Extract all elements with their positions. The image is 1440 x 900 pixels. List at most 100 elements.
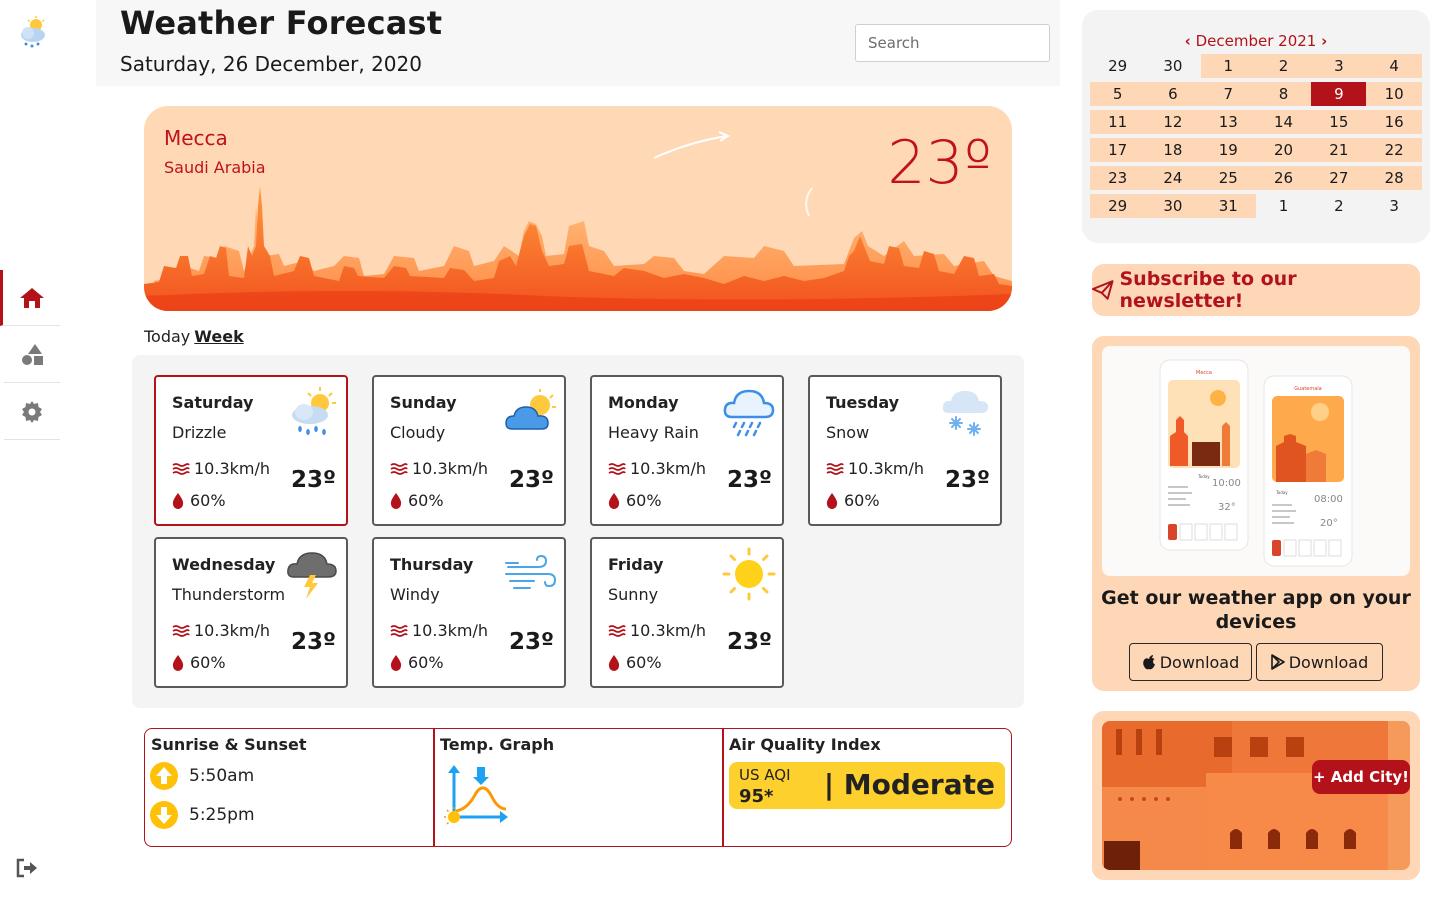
calendar-day[interactable]: 3 [1311, 54, 1367, 78]
calendar-day[interactable]: 1 [1200, 54, 1256, 78]
calendar-grid: 29 30 1 2 3 4 5 6 7 8 9 10 11 12 13 14 15 16 17 18 19 20 21 22 2… [1090, 54, 1422, 222]
wind-icon [608, 624, 626, 637]
add-city-button[interactable]: + Add City! [1312, 760, 1410, 794]
calendar-day[interactable]: 1 [1256, 194, 1311, 218]
day-name: Tuesday [826, 393, 900, 412]
wind-icon [390, 624, 408, 637]
air-quality-panel: Air Quality Index US AQI 95* | Moderate [723, 729, 1011, 846]
svg-text:32°: 32° [1218, 502, 1236, 513]
calendar-day[interactable]: 15 [1311, 110, 1367, 134]
sidebar-item-settings[interactable] [4, 384, 60, 440]
newsletter-label: Subscribe to our newsletter! [1119, 268, 1297, 312]
calendar-day[interactable]: 29 [1090, 194, 1146, 218]
calendar-day[interactable]: 26 [1255, 166, 1312, 190]
calendar-day[interactable]: 31 [1200, 194, 1256, 218]
day-condition: Sunny [608, 585, 659, 604]
calendar-day[interactable]: 24 [1145, 166, 1201, 190]
day-name: Sunday [390, 393, 457, 412]
calendar-day[interactable]: 22 [1366, 138, 1422, 162]
air-quality-title: Air Quality Index [729, 735, 881, 754]
calendar-day[interactable]: 3 [1366, 194, 1421, 218]
day-temperature: 23º [509, 467, 554, 493]
hero-city-name: Mecca [164, 126, 228, 150]
ios-download-button[interactable]: Download [1129, 643, 1252, 681]
calendar-day[interactable]: 2 [1311, 194, 1366, 218]
week-forecast-panel: Saturday Drizzle 10.3km/h 60% 23º Sunday… [132, 355, 1024, 708]
calendar-day[interactable]: 27 [1311, 166, 1367, 190]
day-card-monday[interactable]: Monday Heavy Rain 10.3km/h 60% 23º [590, 375, 784, 526]
app-mockup-image: Mecca Today 10:00 32° Guatemala Today 08… [1102, 346, 1410, 576]
calendar-day[interactable]: 6 [1145, 82, 1201, 106]
tab-today[interactable]: Today [144, 327, 190, 346]
svg-text:08:00: 08:00 [1314, 494, 1343, 505]
day-humidity: 60% [172, 653, 226, 672]
calendar-prev-icon[interactable]: ‹ [1185, 32, 1191, 50]
hero-temperature: 23º [887, 128, 992, 198]
day-card-sunday[interactable]: Sunday Cloudy 10.3km/h 60% 23º [372, 375, 566, 526]
sidebar [0, 0, 64, 900]
logout-icon[interactable] [16, 858, 40, 882]
day-card-wednesday[interactable]: Wednesday Thunderstorm 10.3km/h 60% 23º [154, 537, 348, 688]
aqi-value: 95* [739, 786, 774, 807]
calendar-day[interactable]: 29 [1090, 54, 1145, 78]
calendar-day[interactable]: 19 [1200, 138, 1256, 162]
day-card-tuesday[interactable]: Tuesday Snow 10.3km/h 60% 23º [808, 375, 1002, 526]
calendar-day-today[interactable]: 9 [1311, 82, 1367, 106]
day-card-friday[interactable]: Friday Sunny 10.3km/h 60% 23º [590, 537, 784, 688]
day-card-saturday[interactable]: Saturday Drizzle 10.3km/h 60% 23º [154, 375, 348, 526]
calendar-day[interactable]: 10 [1366, 82, 1422, 106]
temp-graph-panel[interactable]: Temp. Graph [434, 729, 723, 846]
calendar-day[interactable]: 5 [1090, 82, 1146, 106]
tab-week[interactable]: Week [194, 327, 243, 346]
calendar-day[interactable]: 12 [1145, 110, 1201, 134]
day-name: Monday [608, 393, 679, 412]
calendar-day[interactable]: 28 [1366, 166, 1422, 190]
calendar-day[interactable]: 23 [1090, 166, 1146, 190]
calendar-month-label: December 2021 [1195, 32, 1317, 50]
calendar-day[interactable]: 25 [1200, 166, 1256, 190]
newsletter-button[interactable]: Subscribe to our newsletter! [1092, 264, 1420, 316]
calendar-day[interactable]: 4 [1366, 54, 1422, 78]
day-temperature: 23º [509, 629, 554, 655]
aqi-badge: US AQI 95* | Moderate [729, 762, 1005, 809]
day-card-thursday[interactable]: Thursday Windy 10.3km/h 60% 23º [372, 537, 566, 688]
android-download-button[interactable]: Download [1256, 643, 1383, 681]
day-temperature: 23º [945, 467, 990, 493]
windy-icon [505, 554, 557, 589]
calendar-widget: ‹ December 2021 › 29 30 1 2 3 4 5 6 7 8 9 10 11 12 13 1… [1082, 10, 1430, 243]
aqi-label: US AQI [739, 766, 791, 784]
calendar-day[interactable]: 16 [1366, 110, 1422, 134]
day-name: Friday [608, 555, 664, 574]
calendar-day[interactable]: 30 [1145, 194, 1201, 218]
calendar-week-row: 23 24 25 26 27 28 [1090, 166, 1422, 194]
day-condition: Thunderstorm [172, 585, 286, 604]
paper-plane-icon [1092, 280, 1114, 300]
calendar-day[interactable]: 14 [1255, 110, 1312, 134]
add-city-card: + Add City! [1092, 711, 1420, 880]
calendar-day[interactable]: 2 [1255, 54, 1312, 78]
gear-icon [22, 400, 42, 423]
calendar-day[interactable]: 18 [1145, 138, 1201, 162]
calendar-day[interactable]: 8 [1255, 82, 1312, 106]
calendar-day[interactable]: 20 [1255, 138, 1312, 162]
calendar-day[interactable]: 30 [1145, 54, 1200, 78]
calendar-week-row: 29 30 31 1 2 3 [1090, 194, 1422, 222]
calendar-day[interactable]: 21 [1311, 138, 1367, 162]
sidebar-item-shapes[interactable] [4, 327, 60, 383]
calendar-day[interactable]: 7 [1200, 82, 1256, 106]
wind-icon [390, 462, 408, 475]
temp-graph-icon [444, 765, 508, 825]
humidity-drop-icon [826, 492, 838, 509]
snow-icon [942, 391, 988, 436]
day-wind: 10.3km/h [172, 621, 270, 640]
calendar-next-icon[interactable]: › [1321, 32, 1327, 50]
calendar-day[interactable]: 13 [1200, 110, 1256, 134]
sidebar-item-home[interactable] [0, 270, 60, 326]
calendar-day[interactable]: 17 [1090, 138, 1146, 162]
calendar-day[interactable]: 11 [1090, 110, 1146, 134]
sunset-row: 5:25pm [149, 800, 255, 830]
humidity-drop-icon [390, 654, 402, 671]
humidity-drop-icon [172, 492, 184, 509]
forecast-tabs: Today Week [144, 327, 244, 346]
search-input[interactable] [855, 24, 1050, 62]
